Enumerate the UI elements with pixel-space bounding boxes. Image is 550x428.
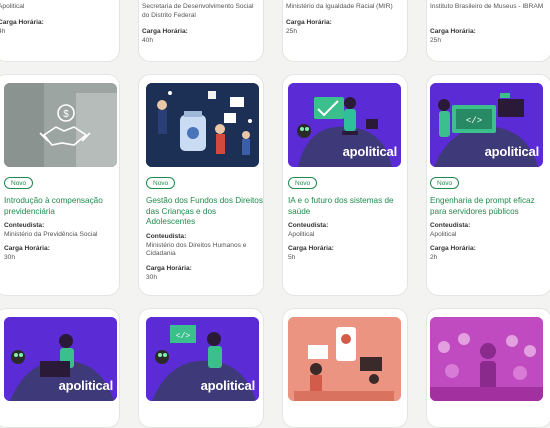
hours: Carga Horária: 2h	[430, 245, 476, 261]
content-provider: Conteudista: Ministério dos Direitos Huma…	[146, 233, 247, 258]
svg-text:</>: </>	[466, 116, 482, 126]
media-illustration	[288, 317, 401, 401]
new-badge: Novo	[288, 177, 318, 189]
apolitical-logo: apolitical	[58, 378, 114, 393]
course-title[interactable]: Engenharia de prompt eficaz para servido…	[430, 196, 548, 217]
course-card[interactable]: Instituto Brasileiro de Museus - IBRAM C…	[426, 0, 550, 62]
content-provider: Conteudista: Apolitical	[430, 222, 471, 238]
course-card[interactable]: Novo Gestão dos Fundos dos Direitos das …	[138, 74, 264, 296]
course-card[interactable]: </> apolitical	[138, 308, 264, 428]
course-title[interactable]: IA e o futuro dos sistemas de saúde	[288, 196, 406, 217]
course-thumbnail	[288, 317, 401, 401]
svg-text:$: $	[63, 109, 69, 120]
course-thumbnail: </> apolitical	[430, 83, 543, 167]
new-badge: Novo	[430, 177, 460, 189]
content-provider: Conteudista: Ministério da Previdência So…	[4, 222, 98, 238]
course-card[interactable]: apolitical Novo IA e o futuro dos sistem…	[282, 74, 408, 296]
course-title[interactable]: Gestão dos Fundos dos Direitos das Crian…	[146, 196, 263, 228]
apolitical-logo: apolitical	[484, 144, 540, 159]
course-card[interactable]: Secretaria de Desenvolvimento Social do …	[138, 0, 264, 62]
content-provider: Ministério da Igualdade Racial (MIR)	[286, 3, 393, 10]
hours-label: Carga Horária: 40h	[142, 28, 188, 44]
hours: Carga Horária: 30h	[146, 265, 192, 281]
apolitical-logo: apolitical	[342, 144, 398, 159]
course-card[interactable]: $ Novo Introdução à compensação previden…	[0, 74, 120, 296]
course-thumbnail	[146, 83, 259, 167]
content-provider: Instituto Brasileiro de Museus - IBRAM	[430, 3, 544, 10]
content-provider: Conteudista: Apolitical	[288, 222, 329, 238]
hours-label: Carga Horária: 25h	[286, 19, 332, 35]
course-title[interactable]: Introdução à compensação previdenciária	[4, 196, 119, 217]
course-card[interactable]: </> apolitical Novo Engenharia de prompt…	[426, 74, 550, 296]
hours: Carga Horária: 5h	[288, 245, 334, 261]
handshake-illustration: $	[4, 83, 117, 167]
hours-label: Carga Horária: 25h	[430, 28, 476, 44]
course-card[interactable]	[426, 308, 550, 428]
course-card[interactable]: Apolitical Carga Horária:4h	[0, 0, 120, 62]
course-grid: Apolitical Carga Horária:4h Secretaria d…	[0, 0, 550, 428]
new-badge: Novo	[146, 177, 176, 189]
content-provider: Secretaria de Desenvolvimento Social do …	[142, 3, 254, 19]
course-thumbnail: </> apolitical	[146, 317, 259, 401]
hours: Carga Horária: 30h	[4, 245, 50, 261]
svg-text:</>: </>	[176, 332, 191, 341]
content-provider: Apolitical	[0, 3, 25, 10]
course-thumbnail: apolitical	[4, 317, 117, 401]
funds-illustration	[146, 83, 259, 167]
course-thumbnail: $	[4, 83, 117, 167]
course-thumbnail	[430, 317, 543, 401]
apolitical-logo: apolitical	[200, 378, 256, 393]
crowd-illustration	[430, 317, 543, 401]
course-thumbnail: apolitical	[288, 83, 401, 167]
course-card[interactable]: Ministério da Igualdade Racial (MIR) Car…	[282, 0, 408, 62]
new-badge: Novo	[4, 177, 34, 189]
course-card[interactable]: apolitical	[0, 308, 120, 428]
hours-label: Carga Horária:4h	[0, 19, 44, 35]
course-card[interactable]	[282, 308, 408, 428]
